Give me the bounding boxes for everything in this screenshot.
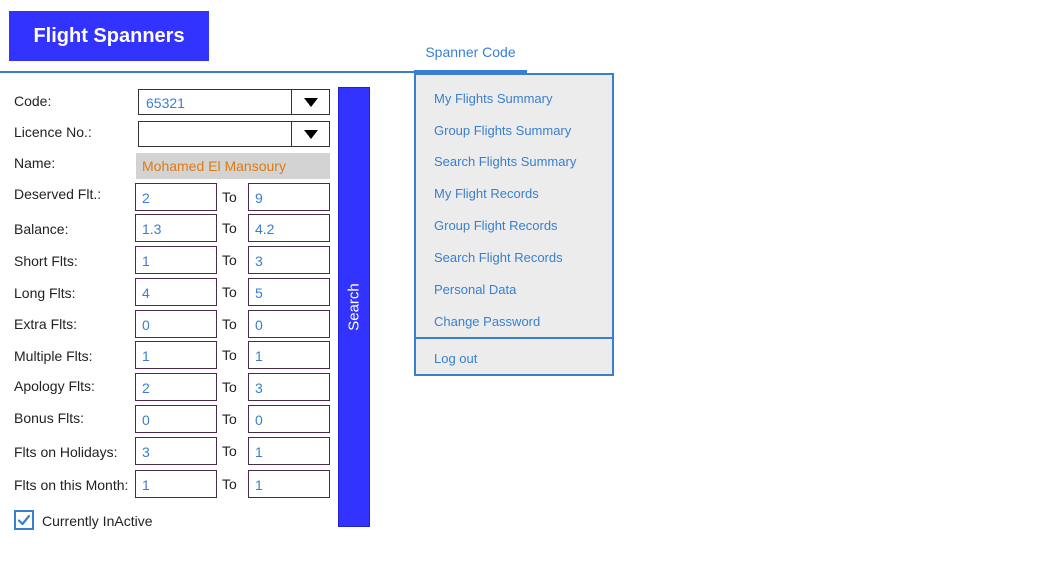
bonus-flts-to-input[interactable]: 0: [248, 405, 330, 433]
multiple-flts-to-input[interactable]: 1: [248, 341, 330, 369]
extra-flts-label: Extra Flts:: [14, 316, 78, 332]
apology-flts-to-input[interactable]: 3: [248, 373, 330, 401]
tab-spanner-code[interactable]: Spanner Code: [414, 40, 527, 74]
short-flts-from-input[interactable]: 1: [135, 246, 217, 274]
bonus-flts-label: Bonus Flts:: [14, 410, 85, 426]
to-label: To: [222, 189, 237, 205]
to-label: To: [222, 316, 237, 332]
short-flts-to-input[interactable]: 3: [248, 246, 330, 274]
licence-label: Licence No.:: [14, 124, 92, 140]
code-select-value: 65321: [146, 95, 185, 111]
flts-on-holidays-to-input[interactable]: 1: [248, 437, 330, 465]
apology-flts-from-input[interactable]: 2: [135, 373, 217, 401]
multiple-flts-label: Multiple Flts:: [14, 348, 93, 364]
menu-item-group-flights-summary[interactable]: Group Flights Summary: [434, 123, 571, 138]
to-label: To: [222, 379, 237, 395]
flts-on-holidays-from-input[interactable]: 3: [135, 437, 217, 465]
to-label: To: [222, 252, 237, 268]
app-logo: Flight Spanners: [9, 11, 209, 61]
extra-flts-from-input[interactable]: 0: [135, 310, 217, 338]
extra-flts-to-input[interactable]: 0: [248, 310, 330, 338]
deserved-flt-label: Deserved Flt.:: [14, 186, 102, 202]
short-flts-label: Short Flts:: [14, 253, 78, 269]
deserved-flt-from-input[interactable]: 2: [135, 183, 217, 211]
bonus-flts-from-input[interactable]: 0: [135, 405, 217, 433]
to-label: To: [222, 284, 237, 300]
long-flts-from-input[interactable]: 4: [135, 278, 217, 306]
flts-on-this-month-label: Flts on this Month:: [14, 477, 129, 493]
menu-item-group-flight-records[interactable]: Group Flight Records: [434, 218, 558, 233]
apology-flts-label: Apology Flts:: [14, 378, 95, 394]
long-flts-label: Long Flts:: [14, 285, 76, 301]
menu-item-search-flight-records[interactable]: Search Flight Records: [434, 250, 563, 265]
multiple-flts-from-input[interactable]: 1: [135, 341, 217, 369]
currently-inactive-checkbox[interactable]: [14, 510, 34, 530]
deserved-flt-to-input[interactable]: 9: [248, 183, 330, 211]
header-divider: [0, 71, 414, 73]
spanner-code-dropdown-menu: My Flights Summary Group Flights Summary…: [414, 73, 614, 376]
licence-select[interactable]: [138, 121, 330, 147]
long-flts-to-input[interactable]: 5: [248, 278, 330, 306]
code-select[interactable]: 65321: [138, 89, 330, 115]
menu-item-search-flights-summary[interactable]: Search Flights Summary: [434, 154, 576, 169]
menu-item-log-out[interactable]: Log out: [434, 351, 477, 366]
flts-on-this-month-from-input[interactable]: 1: [135, 470, 217, 498]
flts-on-this-month-to-input[interactable]: 1: [248, 470, 330, 498]
code-label: Code:: [14, 93, 52, 109]
name-label: Name:: [14, 155, 56, 171]
to-label: To: [222, 443, 237, 459]
menu-item-personal-data[interactable]: Personal Data: [434, 282, 516, 297]
name-value: Mohamed El Mansoury: [136, 153, 330, 179]
search-button[interactable]: Search: [338, 87, 370, 527]
currently-inactive-label[interactable]: Currently InActive: [42, 513, 152, 529]
licence-dropdown-button[interactable]: [291, 122, 329, 146]
to-label: To: [222, 476, 237, 492]
chevron-down-icon: [303, 129, 318, 139]
to-label: To: [222, 411, 237, 427]
menu-item-my-flights-summary[interactable]: My Flights Summary: [434, 91, 552, 106]
menu-item-my-flight-records[interactable]: My Flight Records: [434, 186, 539, 201]
menu-separator: [416, 337, 612, 339]
flts-on-holidays-label: Flts on Holidays:: [14, 444, 118, 460]
checkmark-icon: [17, 514, 31, 526]
balance-label: Balance:: [14, 221, 69, 237]
to-label: To: [222, 220, 237, 236]
balance-from-input[interactable]: 1.3: [135, 214, 217, 242]
code-dropdown-button[interactable]: [291, 90, 329, 114]
to-label: To: [222, 347, 237, 363]
chevron-down-icon: [303, 97, 318, 107]
balance-to-input[interactable]: 4.2: [248, 214, 330, 242]
search-button-label: Search: [345, 283, 363, 331]
menu-item-change-password[interactable]: Change Password: [434, 314, 540, 329]
